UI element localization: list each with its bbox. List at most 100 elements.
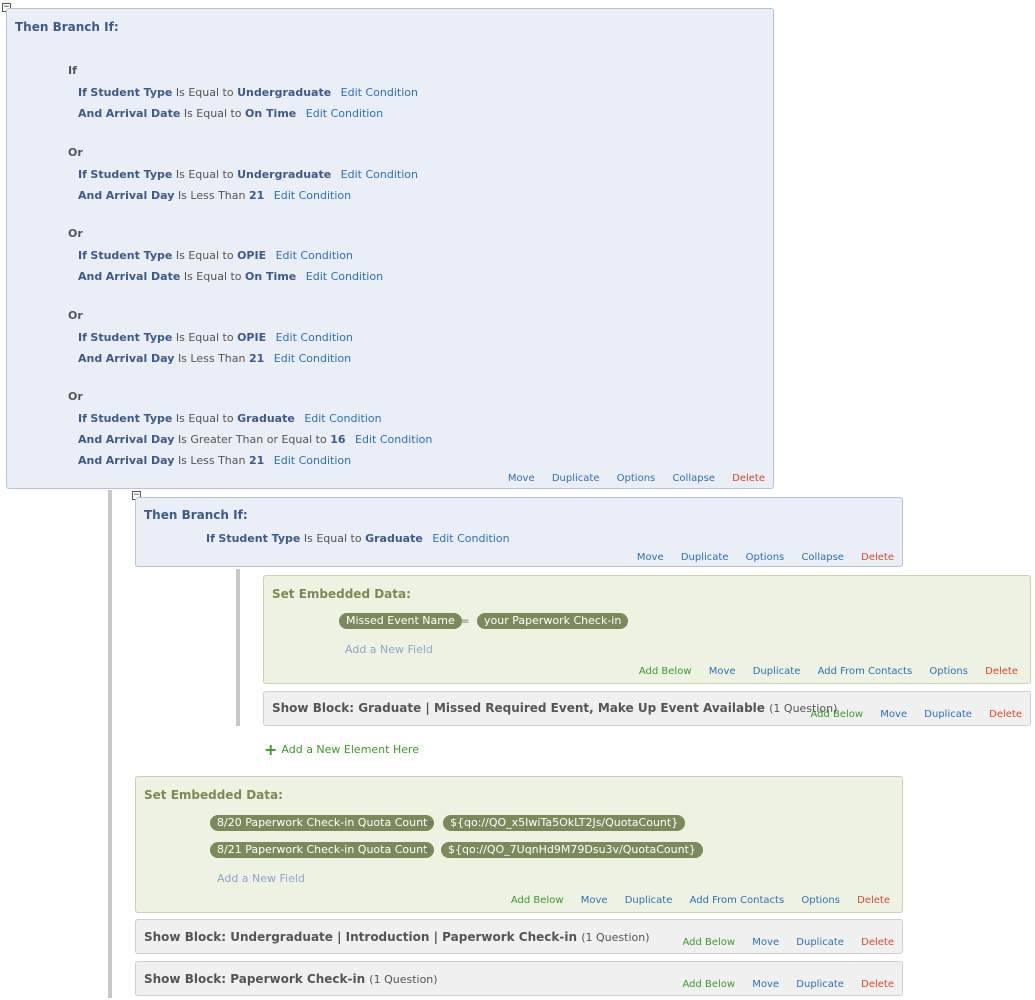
add-new-field-link[interactable]: Add a New Field [217, 872, 305, 885]
show-block-title: Show Block: Paperwork Check-in (1 Questi… [144, 972, 438, 986]
show-block-actions: Add Below Move Duplicate Delete [796, 709, 1022, 720]
delete-link[interactable]: Delete [989, 709, 1022, 720]
show-block-actions: Add Below Move Duplicate Delete [668, 937, 894, 948]
delete-link[interactable]: Delete [861, 552, 894, 563]
options-link[interactable]: Options [801, 895, 840, 906]
add-below-link[interactable]: Add Below [511, 895, 564, 906]
edit-condition-link[interactable]: Edit Condition [432, 532, 509, 545]
duplicate-link[interactable]: Duplicate [924, 709, 972, 720]
show-block: Show Block: Graduate | Missed Required E… [263, 691, 1031, 726]
condition-operator: Is Less Than [177, 352, 246, 365]
add-below-link[interactable]: Add Below [639, 666, 692, 677]
delete-link[interactable]: Delete [861, 979, 894, 990]
move-link[interactable]: Move [709, 666, 736, 677]
branch-actions: Move Duplicate Options Collapse Delete [494, 473, 765, 484]
condition-value: OPIE [237, 331, 267, 344]
edit-condition-link[interactable]: Edit Condition [304, 412, 381, 425]
condition-conjunction: If [78, 168, 87, 181]
edit-condition-link[interactable]: Edit Condition [274, 454, 351, 467]
condition-row: And Arrival Day Is Less Than 21 Edit Con… [78, 352, 351, 365]
edit-condition-link[interactable]: Edit Condition [341, 168, 418, 181]
add-below-link[interactable]: Add Below [810, 709, 863, 720]
condition-field: Student Type [90, 412, 173, 425]
duplicate-link[interactable]: Duplicate [625, 895, 673, 906]
condition-conjunction: If [206, 532, 215, 545]
duplicate-link[interactable]: Duplicate [796, 979, 844, 990]
tree-connector-line [108, 490, 112, 998]
group-label-if: If [68, 64, 77, 77]
duplicate-link[interactable]: Duplicate [796, 937, 844, 948]
group-label-or: Or [68, 227, 83, 240]
edit-condition-link[interactable]: Edit Condition [276, 249, 353, 262]
condition-value: Graduate [365, 532, 423, 545]
condition-operator: Is Equal to [183, 107, 242, 120]
move-link[interactable]: Move [880, 709, 907, 720]
move-link[interactable]: Move [581, 895, 608, 906]
delete-link[interactable]: Delete [732, 473, 765, 484]
move-link[interactable]: Move [637, 552, 664, 563]
add-new-field-link[interactable]: Add a New Field [345, 643, 433, 656]
show-block-actions: Add Below Move Duplicate Delete [668, 979, 894, 990]
condition-value: 16 [330, 433, 346, 446]
move-link[interactable]: Move [752, 979, 779, 990]
condition-field: Arrival Day [105, 189, 175, 202]
move-link[interactable]: Move [508, 473, 535, 484]
edit-condition-link[interactable]: Edit Condition [341, 86, 418, 99]
group-label-or: Or [68, 309, 83, 322]
options-link[interactable]: Options [617, 473, 656, 484]
branch-actions: Move Duplicate Options Collapse Delete [623, 552, 894, 563]
embedded-field-name[interactable]: Missed Event Name [339, 613, 462, 629]
duplicate-link[interactable]: Duplicate [753, 666, 801, 677]
embedded-data-actions: Add Below Move Duplicate Add From Contac… [497, 895, 890, 906]
group-label-or: Or [68, 390, 83, 403]
delete-link[interactable]: Delete [861, 937, 894, 948]
duplicate-link[interactable]: Duplicate [681, 552, 729, 563]
edit-condition-link[interactable]: Edit Condition [274, 352, 351, 365]
edit-condition-link[interactable]: Edit Condition [274, 189, 351, 202]
move-link[interactable]: Move [752, 937, 779, 948]
condition-field: Arrival Date [105, 107, 181, 120]
condition-operator: Is Equal to [175, 331, 234, 344]
edit-condition-link[interactable]: Edit Condition [306, 107, 383, 120]
embedded-field-value[interactable]: ${qo://QO_x5IwiTa5OkLT2Js/QuotaCount} [443, 815, 686, 831]
condition-operator: Is Greater Than or Equal to [177, 433, 327, 446]
condition-row: And Arrival Day Is Less Than 21 Edit Con… [78, 454, 351, 467]
edit-condition-link[interactable]: Edit Condition [276, 331, 353, 344]
delete-link[interactable]: Delete [985, 666, 1018, 677]
edit-condition-link[interactable]: Edit Condition [355, 433, 432, 446]
condition-field: Student Type [90, 331, 173, 344]
collapse-link[interactable]: Collapse [672, 473, 715, 484]
embedded-field-value[interactable]: ${qo://QO_7UqnHd9M79Dsu3v/QuotaCount} [441, 842, 703, 858]
options-link[interactable]: Options [746, 552, 785, 563]
options-link[interactable]: Options [929, 666, 968, 677]
add-new-element-link[interactable]: + Add a New Element Here [264, 740, 419, 759]
equals-sign: = [426, 818, 435, 829]
condition-conjunction: And [78, 352, 103, 365]
embedded-field-value[interactable]: your Paperwork Check-in [477, 613, 629, 629]
condition-row: And Arrival Date Is Equal to On Time Edi… [78, 107, 383, 120]
condition-conjunction: If [78, 249, 87, 262]
condition-row: If Student Type Is Equal to Undergraduat… [78, 86, 418, 99]
condition-operator: Is Equal to [175, 168, 234, 181]
branch-block-main: Then Branch If: If If Student Type Is Eq… [6, 8, 774, 489]
collapse-link[interactable]: Collapse [801, 552, 844, 563]
add-from-contacts-link[interactable]: Add From Contacts [818, 666, 913, 677]
embedded-field-name[interactable]: 8/21 Paperwork Check-in Quota Count [210, 842, 435, 858]
condition-value: 21 [248, 352, 265, 365]
condition-field: Arrival Day [105, 352, 175, 365]
condition-row: If Student Type Is Equal to OPIE Edit Co… [78, 249, 353, 262]
delete-link[interactable]: Delete [857, 895, 890, 906]
show-block-name: Show Block: Undergraduate | Introduction… [144, 930, 578, 944]
condition-operator: Is Less Than [177, 189, 246, 202]
add-from-contacts-link[interactable]: Add From Contacts [690, 895, 785, 906]
edit-condition-link[interactable]: Edit Condition [306, 270, 383, 283]
add-below-link[interactable]: Add Below [682, 979, 735, 990]
condition-value: Undergraduate [237, 86, 332, 99]
condition-conjunction: And [78, 454, 103, 467]
condition-conjunction: And [78, 270, 103, 283]
add-below-link[interactable]: Add Below [682, 937, 735, 948]
condition-field: Arrival Day [105, 454, 175, 467]
branch-title: Then Branch If: [144, 508, 248, 522]
embedded-field-name[interactable]: 8/20 Paperwork Check-in Quota Count [210, 815, 435, 831]
duplicate-link[interactable]: Duplicate [552, 473, 600, 484]
